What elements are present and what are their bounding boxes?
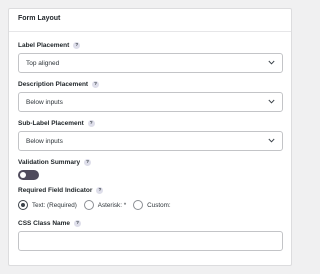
chevron-down-icon: [268, 99, 275, 104]
label-placement-value: Top aligned: [26, 60, 60, 67]
chevron-down-icon: [268, 138, 275, 143]
radio-label: Asterisk: *: [97, 201, 127, 209]
form-layout-panel: Form Layout Label Placement ? Top aligne…: [8, 8, 292, 266]
required-indicator-radio-group: Text: (Required) Asterisk: * Custom:: [18, 200, 178, 210]
description-placement-label: Description Placement ?: [18, 81, 100, 88]
radio-option-custom[interactable]: Custom:: [133, 200, 171, 210]
label-placement-select[interactable]: Top aligned: [18, 53, 283, 73]
radio-option-asterisk[interactable]: Asterisk: *: [83, 200, 127, 210]
chevron-down-icon: [268, 60, 275, 65]
label-placement-label: Label Placement ?: [18, 42, 81, 49]
toggle-knob: [20, 172, 26, 178]
css-class-name-label: CSS Class Name ?: [18, 220, 82, 227]
radio-button[interactable]: [83, 200, 94, 210]
validation-summary-label: Validation Summary ?: [18, 159, 92, 166]
required-indicator-label: Required Field Indicator ?: [18, 187, 104, 194]
help-icon[interactable]: ?: [96, 187, 104, 194]
panel-title: Form Layout: [9, 9, 291, 32]
radio-option-text[interactable]: Text: (Required): [18, 200, 77, 210]
sublabel-placement-label: Sub-Label Placement ?: [18, 120, 95, 127]
radio-label: Text: (Required): [32, 201, 77, 209]
radio-button-checked[interactable]: [18, 200, 28, 210]
sublabel-placement-text: Sub-Label Placement: [18, 120, 84, 127]
sublabel-placement-select[interactable]: Below inputs: [18, 131, 283, 151]
radio-label: Custom:: [147, 201, 171, 209]
validation-summary-toggle[interactable]: [18, 170, 39, 180]
label-placement-text: Label Placement: [18, 42, 70, 49]
required-indicator-text: Required Field Indicator: [18, 187, 93, 194]
css-class-name-text: CSS Class Name: [18, 220, 71, 227]
sublabel-placement-value: Below inputs: [26, 138, 63, 145]
description-placement-value: Below inputs: [26, 99, 63, 106]
help-icon[interactable]: ?: [87, 120, 95, 127]
description-placement-select[interactable]: Below inputs: [18, 92, 283, 112]
radio-button[interactable]: [133, 200, 144, 210]
css-class-name-input[interactable]: [18, 231, 283, 251]
description-placement-text: Description Placement: [18, 81, 89, 88]
help-icon[interactable]: ?: [92, 81, 100, 88]
help-icon[interactable]: ?: [84, 159, 92, 166]
validation-summary-text: Validation Summary: [18, 159, 81, 166]
help-icon[interactable]: ?: [73, 42, 81, 49]
help-icon[interactable]: ?: [74, 220, 82, 227]
